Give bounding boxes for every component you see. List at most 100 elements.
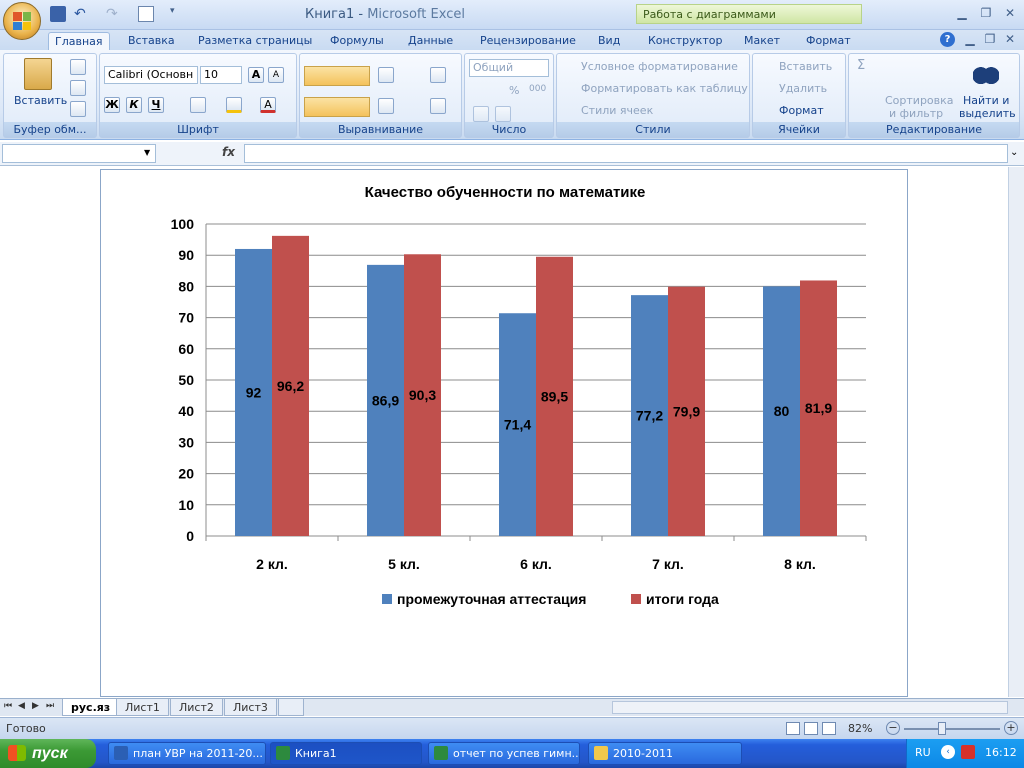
vertical-scrollbar[interactable]: [1008, 167, 1024, 697]
zoom-slider-thumb[interactable]: [938, 722, 946, 735]
font-color-icon[interactable]: A: [260, 97, 276, 113]
underline-button[interactable]: Ч: [148, 97, 164, 113]
tab-page-layout[interactable]: Разметка страницы: [192, 32, 318, 50]
format-painter-icon[interactable]: [70, 101, 86, 117]
find-select-button-line2[interactable]: выделить: [959, 107, 1016, 120]
insert-cells-button[interactable]: Вставить: [779, 60, 832, 73]
chart-area[interactable]: Качество обученности по математике 0 10 20…: [100, 169, 908, 697]
zoom-in-icon[interactable]: +: [1004, 721, 1018, 735]
tab-view[interactable]: Вид: [592, 32, 626, 50]
wrap-text-icon[interactable]: [430, 67, 446, 83]
sheet-nav-last-icon[interactable]: ⏭: [46, 701, 54, 711]
horizontal-scrollbar[interactable]: [612, 701, 1008, 714]
data-label: 80: [774, 403, 790, 419]
align-center-icon[interactable]: [304, 97, 370, 117]
insert-sheet-icon[interactable]: [278, 699, 304, 716]
tray-arrow-icon[interactable]: ‹: [941, 745, 955, 759]
conditional-formatting-button[interactable]: Условное форматирование: [581, 60, 738, 73]
zoom-out-icon[interactable]: −: [886, 721, 900, 735]
find-select-button-line1[interactable]: Найти и: [963, 94, 1009, 107]
sheet-nav-prev-icon[interactable]: ◀: [18, 701, 25, 711]
italic-button[interactable]: К: [126, 97, 142, 113]
doc-restore-button[interactable]: ❐: [980, 32, 1000, 46]
align-top-icon[interactable]: [304, 66, 370, 86]
doc-close-button[interactable]: ✕: [1000, 32, 1020, 46]
format-as-table-button[interactable]: Форматировать как таблицу: [581, 82, 748, 95]
name-box[interactable]: [2, 144, 156, 163]
cells-group-label: Ячейки: [753, 122, 845, 137]
insert-function-button[interactable]: fx: [222, 145, 235, 159]
binoculars-icon[interactable]: [973, 60, 999, 86]
paste-button[interactable]: Вставить: [14, 94, 67, 107]
zoom-level[interactable]: 82%: [848, 722, 872, 735]
autosum-button[interactable]: Σ: [857, 58, 865, 73]
view-page-layout-icon[interactable]: [804, 722, 818, 735]
sheet-tab-rus[interactable]: рус.яз: [62, 699, 120, 716]
copy-icon[interactable]: [70, 80, 86, 96]
thousands-button[interactable]: 000: [529, 84, 546, 94]
tab-format[interactable]: Формат: [800, 32, 857, 50]
sheet-nav-first-icon[interactable]: ⏮: [4, 701, 12, 711]
name-box-dropdown-icon[interactable]: ▼: [144, 148, 150, 157]
fill-color-icon[interactable]: [226, 97, 242, 113]
sheet-nav-next-icon[interactable]: ▶: [32, 701, 39, 711]
orientation-icon[interactable]: [378, 67, 394, 83]
task-excel-report[interactable]: отчет по успев гимн...: [428, 742, 580, 765]
minimize-button[interactable]: ▁: [952, 6, 972, 20]
cells-group: Вставить Удалить Формат Ячейки: [752, 53, 846, 138]
save-icon[interactable]: [50, 6, 66, 22]
cut-icon[interactable]: [70, 59, 86, 75]
decrease-decimal-icon[interactable]: [495, 106, 511, 122]
start-button[interactable]: пуск: [0, 739, 96, 768]
decrease-font-icon[interactable]: A: [268, 67, 284, 83]
tab-data[interactable]: Данные: [402, 32, 459, 50]
customize-qat-icon[interactable]: ▾: [170, 6, 186, 22]
print-preview-icon[interactable]: [138, 6, 154, 22]
cell-styles-button[interactable]: Стили ячеек: [581, 104, 653, 117]
font-group: Calibri (Основн 10 A A Ж К Ч A Шрифт: [99, 53, 297, 138]
borders-icon[interactable]: [190, 97, 206, 113]
sheet-tab-list3[interactable]: Лист3: [224, 699, 277, 716]
tab-design[interactable]: Конструктор: [642, 32, 728, 50]
task-excel-book1[interactable]: Книга1: [270, 742, 422, 765]
editing-group: Σ Сортировка и фильтр Найти и выделить Р…: [848, 53, 1020, 138]
formula-input[interactable]: [244, 144, 1008, 163]
close-button[interactable]: ✕: [1000, 6, 1020, 20]
increase-font-icon[interactable]: A: [248, 67, 264, 83]
increase-decimal-icon[interactable]: [473, 106, 489, 122]
redo-icon[interactable]: ↷: [106, 6, 122, 22]
undo-icon[interactable]: ↶: [74, 6, 90, 22]
sheet-tab-list1[interactable]: Лист1: [116, 699, 169, 716]
expand-formula-icon[interactable]: ⌄: [1010, 147, 1018, 158]
format-cells-button[interactable]: Формат: [779, 104, 824, 117]
language-indicator[interactable]: RU: [915, 746, 931, 759]
tab-home[interactable]: Главная: [48, 32, 110, 50]
font-size-select[interactable]: 10: [200, 66, 242, 84]
view-page-break-icon[interactable]: [822, 722, 836, 735]
task-word-plan[interactable]: план УВР на 2011-20...: [108, 742, 266, 765]
ribbon-tabs: Главная Вставка Разметка страницы Формул…: [0, 30, 1024, 50]
office-button[interactable]: [3, 2, 41, 40]
restore-button[interactable]: ❐: [976, 6, 996, 20]
doc-minimize-button[interactable]: ▁: [960, 32, 980, 46]
paste-icon[interactable]: [24, 58, 52, 90]
percent-button[interactable]: %: [509, 84, 519, 97]
tab-layout[interactable]: Макет: [738, 32, 786, 50]
zoom-slider[interactable]: [904, 728, 1000, 730]
tab-formulas[interactable]: Формулы: [324, 32, 390, 50]
task-folder[interactable]: 2010-2011: [588, 742, 742, 765]
tab-review[interactable]: Рецензирование: [474, 32, 582, 50]
antivirus-icon[interactable]: [961, 745, 975, 759]
bold-button[interactable]: Ж: [104, 97, 120, 113]
number-format-select[interactable]: Общий: [469, 59, 549, 77]
sort-filter-button-line1[interactable]: Сортировка: [885, 94, 954, 107]
merge-icon[interactable]: [430, 98, 446, 114]
tab-insert[interactable]: Вставка: [122, 32, 181, 50]
help-icon[interactable]: ?: [940, 32, 955, 47]
sort-filter-button-line2[interactable]: и фильтр: [889, 107, 943, 120]
sheet-tab-list2[interactable]: Лист2: [170, 699, 223, 716]
indent-icon[interactable]: [378, 98, 394, 114]
view-normal-icon[interactable]: [786, 722, 800, 735]
font-name-select[interactable]: Calibri (Основн: [104, 66, 198, 84]
delete-cells-button[interactable]: Удалить: [779, 82, 827, 95]
